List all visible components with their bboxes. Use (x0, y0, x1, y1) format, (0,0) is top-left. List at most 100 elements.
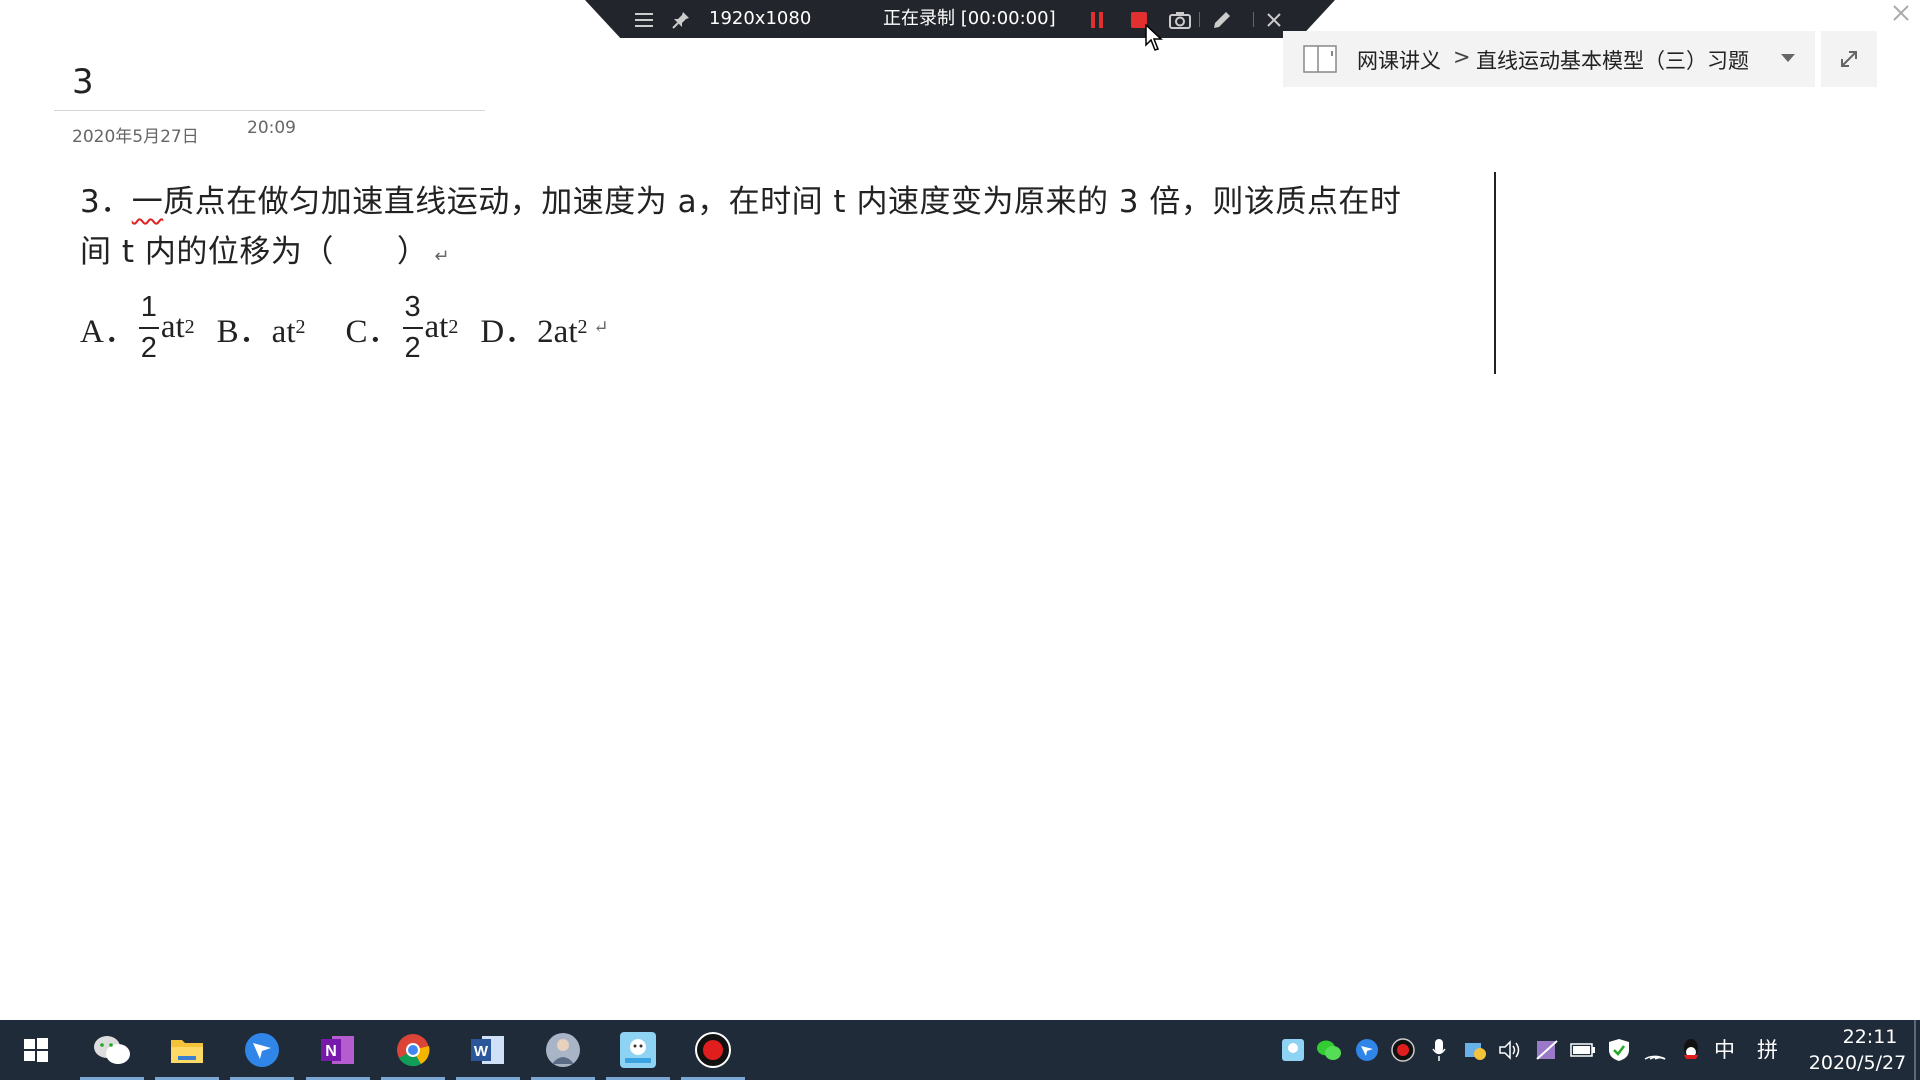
chevron-down-icon[interactable] (1780, 53, 1796, 63)
taskbar-photo-app[interactable] (602, 1020, 674, 1080)
taskbar-word[interactable]: W (452, 1020, 524, 1080)
tray-battery[interactable] (1570, 1037, 1596, 1063)
wechat-icon (94, 1036, 130, 1064)
microphone-icon (1432, 1039, 1446, 1061)
shield-icon (1609, 1039, 1629, 1061)
menu-icon[interactable] (633, 9, 655, 31)
page-date: 2020年5月27日 (72, 127, 199, 147)
recorder-app-icon (695, 1032, 731, 1068)
option-b-exponent: 2 (295, 316, 306, 338)
section-name: 直线运动基本模型（三）习题 (1476, 49, 1749, 73)
mouse-cursor-icon (1145, 24, 1163, 51)
taskbar-recorder[interactable] (677, 1020, 749, 1080)
page-time: 20:09 (247, 118, 296, 138)
tray-network-app[interactable] (1462, 1037, 1488, 1063)
word-icon: W (471, 1036, 504, 1064)
ime-language[interactable]: 中 (1714, 1034, 1735, 1064)
option-a-exponent: 2 (184, 316, 195, 338)
tray-feishu[interactable] (1354, 1037, 1380, 1063)
fraction-denominator: 2 (404, 331, 421, 364)
tray-recorder[interactable] (1390, 1037, 1416, 1063)
taskbar-file-explorer[interactable] (151, 1020, 223, 1080)
notebook-breadcrumb[interactable]: 网课讲义 > 直线运动基本模型（三）习题 (1283, 31, 1815, 87)
taskbar-avatar-app[interactable] (527, 1020, 599, 1080)
recording-status: 正在录制 [00:00:00] (883, 8, 1056, 29)
tray-volume[interactable] (1498, 1037, 1524, 1063)
return-mark: ↵ (593, 317, 609, 337)
photo-app-icon (620, 1032, 656, 1068)
text-cursor-line (1494, 172, 1496, 374)
option-a-fraction: 1 2 (138, 290, 159, 365)
start-button[interactable] (0, 1020, 72, 1080)
window-close-icon[interactable] (1890, 2, 1912, 24)
tray-app-muted[interactable] (1534, 1037, 1560, 1063)
svg-text:W: W (474, 1043, 489, 1060)
record-tray-icon (1391, 1038, 1415, 1062)
option-a-body: at (160, 309, 185, 345)
wifi-icon (1644, 1055, 1666, 1060)
network-app-icon (1465, 1043, 1486, 1060)
option-c-body: at (424, 309, 449, 345)
app-tray-icon (1536, 1040, 1558, 1060)
show-desktop-button[interactable] (1914, 1020, 1916, 1080)
title-divider (54, 110, 485, 111)
taskbar-chrome[interactable] (377, 1020, 449, 1080)
taskbar-onenote[interactable]: N (302, 1020, 374, 1080)
question-line-2[interactable]: 间 t 内的位移为（ ） ↵ (80, 226, 450, 271)
feishu-tray-icon (1356, 1039, 1378, 1061)
clock-date[interactable]: 2020/5/27 (1800, 1052, 1915, 1074)
tray-wechat[interactable] (1316, 1037, 1342, 1063)
pause-icon[interactable] (1086, 9, 1108, 31)
battery-icon (1570, 1043, 1595, 1057)
question-text-1: 质点在做匀加速直线运动，加速度为 a，在时间 t 内速度变为原来的 3 倍，则该… (163, 184, 1402, 220)
tray-security[interactable] (1606, 1037, 1632, 1063)
pin-icon[interactable] (670, 9, 692, 31)
avatar-app-icon (546, 1033, 580, 1067)
feishu-icon (245, 1033, 279, 1067)
clock-time[interactable]: 22:11 (1825, 1026, 1915, 1048)
close-icon[interactable] (1263, 9, 1285, 31)
svg-text:N: N (325, 1043, 337, 1060)
return-mark: ↵ (434, 246, 450, 267)
taskbar: N W (0, 1020, 1920, 1080)
answer-options[interactable]: A． 1 2 at 2 B．at 2 C． 3 2 at 2 D．2at 2 ↵ (80, 285, 609, 370)
qq-icon (1684, 1039, 1698, 1059)
question-text-2: 间 t 内的位移为（ ） (80, 234, 429, 270)
recording-resolution: 1920x1080 (709, 8, 812, 29)
recording-toolbar: 1920x1080 正在录制 [00:00:00] (585, 0, 1335, 38)
tray-microphone[interactable] (1426, 1037, 1452, 1063)
fraction-denominator: 2 (140, 331, 157, 364)
page-title[interactable]: 3 (72, 62, 94, 102)
taskbar-wechat[interactable] (76, 1020, 148, 1080)
option-d-label: D．2at (480, 313, 578, 350)
fraction-numerator: 1 (140, 290, 157, 323)
file-explorer-icon (171, 1040, 203, 1063)
tray-qq[interactable] (1678, 1037, 1704, 1063)
camera-icon[interactable] (1169, 9, 1191, 31)
ime-mode[interactable]: 拼 (1757, 1034, 1778, 1064)
tray-wifi[interactable] (1642, 1037, 1668, 1063)
option-a-label: A． (80, 313, 137, 350)
option-c-exponent: 2 (448, 316, 459, 338)
fraction-numerator: 3 (404, 290, 421, 323)
option-c-label: C． (345, 313, 401, 350)
spellcheck-word: 一 (131, 184, 164, 220)
question-line-1[interactable]: 3．一质点在做匀加速直线运动，加速度为 a，在时间 t 内速度变为原来的 3 倍… (80, 176, 1401, 221)
option-b-label: B．at (216, 313, 296, 350)
expand-icon (1841, 51, 1857, 67)
option-c-fraction: 3 2 (402, 290, 423, 365)
pen-icon[interactable] (1211, 9, 1233, 31)
windows-icon (24, 1038, 48, 1062)
photo-tray-icon (1282, 1039, 1304, 1061)
expand-button[interactable] (1821, 31, 1877, 87)
volume-icon (1499, 1040, 1520, 1060)
breadcrumb-separator: > (1453, 45, 1471, 69)
option-d-exponent: 2 (577, 316, 588, 338)
notebook-icon (1303, 45, 1337, 73)
chrome-icon (397, 1034, 430, 1067)
taskbar-feishu[interactable] (226, 1020, 298, 1080)
tray-photo-app[interactable] (1280, 1037, 1306, 1063)
onenote-icon: N (321, 1036, 354, 1064)
wechat-tray-icon (1317, 1040, 1341, 1060)
question-number: 3． (80, 184, 132, 220)
